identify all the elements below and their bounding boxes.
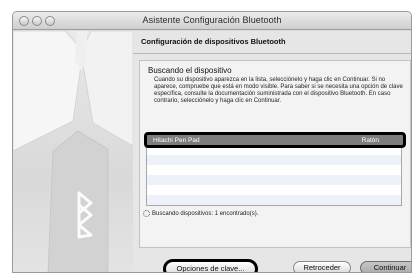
section-heading: Configuración de dispositivos Bluetooth — [141, 37, 286, 46]
divider — [133, 53, 411, 54]
device-list[interactable]: Hitachi Pen Pad Ratón — [144, 132, 406, 206]
empty-row — [147, 195, 401, 205]
assistant-artwork — [13, 30, 134, 272]
empty-row — [147, 185, 401, 195]
back-button[interactable]: Retroceder — [293, 261, 351, 272]
empty-row — [147, 165, 401, 175]
spinner-icon — [143, 210, 150, 217]
assistant-content: Configuración de dispositivos Bluetooth … — [133, 31, 411, 272]
title-bar[interactable]: Asistente Configuración Bluetooth — [13, 12, 411, 30]
device-type: Ratón — [361, 137, 379, 144]
passkey-options-button[interactable]: Opciones de clave... — [163, 259, 258, 272]
panel-title: Buscando el dispositivo — [148, 66, 232, 75]
empty-row — [147, 175, 401, 185]
empty-row — [147, 155, 401, 165]
search-panel: Buscando el dispositivo Cuando su dispos… — [139, 60, 411, 248]
device-row[interactable]: Hitachi Pen Pad Ratón — [144, 132, 406, 148]
instructions-text: Cuando su dispositivo aparezca en la lis… — [154, 77, 403, 105]
bluetooth-assistant-window: Asistente Configuración Bluetooth Config… — [12, 11, 412, 273]
continue-button[interactable]: Continuar — [360, 261, 411, 272]
device-name: Hitachi Pen Pad — [153, 137, 200, 144]
search-status: Buscando dispositivos: 1 encontrado(s). — [152, 211, 259, 217]
tuxedo-illustration — [13, 30, 134, 272]
window-title: Asistente Configuración Bluetooth — [142, 15, 282, 25]
